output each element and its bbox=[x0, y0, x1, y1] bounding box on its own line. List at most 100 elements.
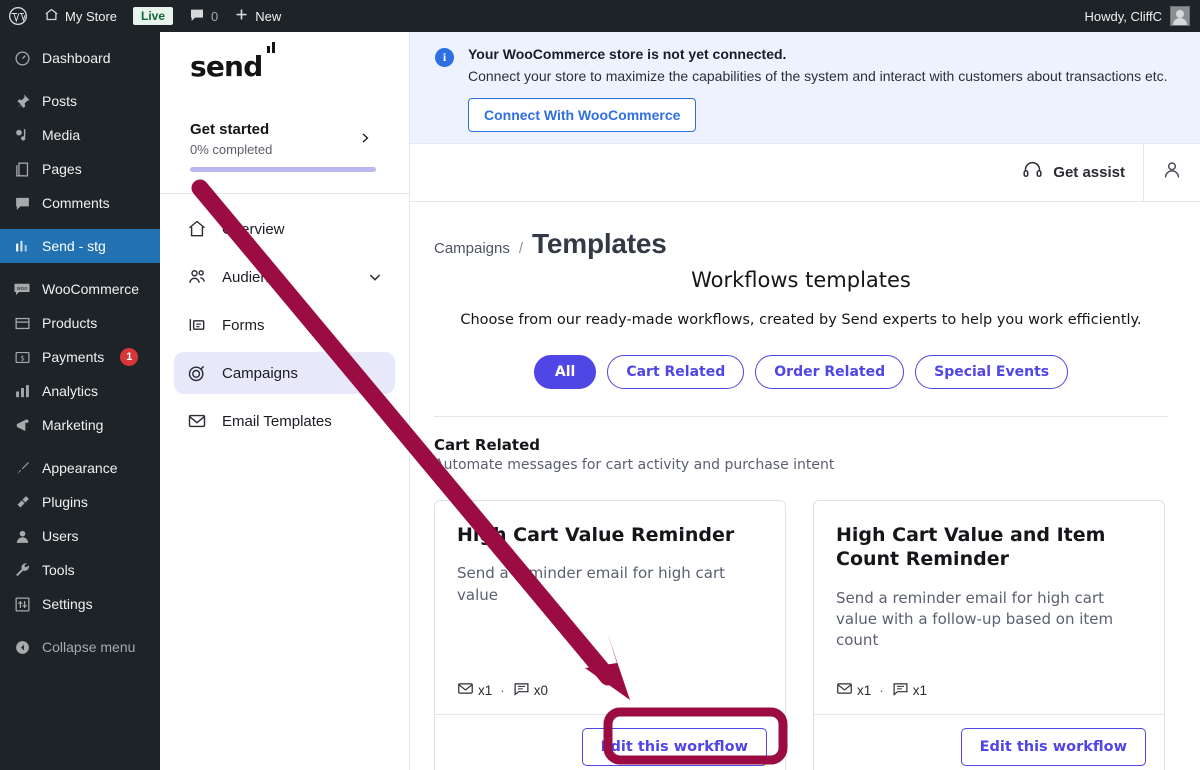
comments-count: 0 bbox=[211, 8, 219, 24]
sidebar-item-plugins[interactable]: Plugins bbox=[0, 485, 160, 519]
comment-icon bbox=[189, 7, 205, 26]
nav-item-label: Overview bbox=[222, 220, 285, 238]
greeting-label: Howdy, CliffC bbox=[1084, 8, 1162, 24]
main-content: i Your WooCommerce store is not yet conn… bbox=[410, 32, 1200, 770]
filter-chip-all[interactable]: All bbox=[533, 355, 597, 389]
home-icon bbox=[44, 7, 59, 25]
site-name-button[interactable]: My Store bbox=[36, 0, 125, 32]
edit-this-workflow-button[interactable]: Edit this workflow bbox=[960, 728, 1146, 766]
sidebar-item-label: Posts bbox=[42, 93, 78, 109]
sidebar-item-users[interactable]: Users bbox=[0, 519, 160, 553]
info-icon: i bbox=[435, 48, 454, 67]
payments-icon: $ bbox=[12, 347, 32, 367]
templates-page: Campaigns / Templates Workflows template… bbox=[410, 202, 1200, 770]
sidebar-item-label: Appearance bbox=[42, 460, 118, 476]
connect-woocommerce-button[interactable]: Connect With WooCommerce bbox=[468, 98, 697, 132]
nav-item-campaigns[interactable]: Campaigns bbox=[174, 352, 395, 394]
page-title: Templates bbox=[532, 228, 667, 259]
nav-item-forms[interactable]: Forms bbox=[174, 304, 395, 346]
sidebar-item-appearance[interactable]: Appearance bbox=[0, 451, 160, 485]
sidebar-item-send-stg[interactable]: Send - stg bbox=[0, 229, 160, 263]
sidebar-item-woocommerce[interactable]: woo WooCommerce bbox=[0, 272, 160, 306]
get-started-panel[interactable]: Get started 0% completed bbox=[160, 83, 409, 172]
message-icon bbox=[513, 680, 530, 700]
card-description: Send a reminder email for high cart valu… bbox=[457, 564, 726, 604]
sidebar-item-payments[interactable]: $ Payments 1 bbox=[0, 340, 160, 374]
sidebar-item-comments[interactable]: Comments bbox=[0, 186, 160, 220]
user-icon bbox=[1161, 159, 1183, 186]
section-subtitle: Automate messages for cart activity and … bbox=[434, 457, 835, 473]
sidebar-item-pages[interactable]: Pages bbox=[0, 152, 160, 186]
chevron-down-icon[interactable] bbox=[367, 269, 383, 285]
svg-text:woo: woo bbox=[17, 286, 28, 292]
notice-title: Your WooCommerce store is not yet connec… bbox=[468, 46, 787, 62]
nav-item-audience[interactable]: Audience bbox=[174, 256, 395, 298]
sidebar-item-media[interactable]: Media bbox=[0, 118, 160, 152]
headset-icon bbox=[1022, 160, 1043, 185]
sidebar-item-label: Send - stg bbox=[42, 238, 106, 254]
sidebar-item-dashboard[interactable]: Dashboard bbox=[0, 41, 160, 75]
sidebar-item-label: Comments bbox=[42, 195, 110, 211]
sidebar-item-label: Plugins bbox=[42, 494, 88, 510]
woocommerce-connect-notice: i Your WooCommerce store is not yet conn… bbox=[410, 32, 1200, 144]
pin-icon bbox=[12, 91, 32, 111]
sidebar-item-products[interactable]: Products bbox=[0, 306, 160, 340]
products-icon bbox=[12, 313, 32, 333]
people-icon bbox=[186, 266, 208, 288]
sidebar-item-collapse-menu[interactable]: Collapse menu bbox=[0, 630, 160, 664]
plus-icon bbox=[234, 7, 249, 25]
analytics-icon bbox=[12, 381, 32, 401]
account-area[interactable]: Howdy, CliffC bbox=[1084, 6, 1200, 26]
get-assist-label: Get assist bbox=[1053, 164, 1125, 181]
filter-chip-cart-related[interactable]: Cart Related bbox=[607, 355, 745, 389]
nav-item-label: Audience bbox=[222, 268, 285, 286]
card-meta: x1 · x0 bbox=[457, 680, 763, 700]
sidebar-item-marketing[interactable]: Marketing bbox=[0, 408, 160, 442]
plug-icon bbox=[12, 492, 32, 512]
breadcrumb-separator: / bbox=[518, 240, 524, 257]
category-filter-group: All Cart Related Order Related Special E… bbox=[434, 355, 1168, 389]
card-title: High Cart Value and Item Count Reminder bbox=[836, 524, 1106, 571]
sidebar-item-posts[interactable]: Posts bbox=[0, 84, 160, 118]
sidebar-item-settings[interactable]: Settings bbox=[0, 587, 160, 621]
sliders-icon bbox=[12, 594, 32, 614]
nav-item-overview[interactable]: Overview bbox=[174, 208, 395, 250]
pages-icon bbox=[12, 159, 32, 179]
get-assist-button[interactable]: Get assist bbox=[1022, 160, 1143, 185]
filter-chip-order-related[interactable]: Order Related bbox=[755, 355, 905, 389]
filter-chip-special-events[interactable]: Special Events bbox=[915, 355, 1069, 389]
template-card[interactable]: High Cart Value Reminder Send a reminder… bbox=[434, 500, 786, 770]
sidebar-item-label: Tools bbox=[42, 562, 75, 578]
notice-body: Connect your store to maximize the capab… bbox=[468, 68, 1168, 84]
nav-item-email-templates[interactable]: Email Templates bbox=[174, 400, 395, 442]
breadcrumb-campaigns-link[interactable]: Campaigns bbox=[434, 240, 510, 257]
send-logo: send bbox=[160, 32, 409, 83]
sidebar-item-label: Collapse menu bbox=[42, 639, 136, 655]
message-count: x0 bbox=[533, 682, 549, 698]
dashboard-icon bbox=[12, 48, 32, 68]
screen-root: My Store Live 0 New Howdy, CliffC Dashbo… bbox=[0, 0, 1200, 770]
live-badge-item[interactable]: Live bbox=[125, 0, 181, 32]
section-title: Cart Related bbox=[434, 436, 540, 454]
payments-badge: 1 bbox=[120, 348, 139, 366]
card-description: Send a reminder email for high cart valu… bbox=[836, 588, 1114, 650]
sidebar-item-analytics[interactable]: Analytics bbox=[0, 374, 160, 408]
template-card[interactable]: High Cart Value and Item Count Reminder … bbox=[813, 500, 1165, 770]
breadcrumb: Campaigns / Templates bbox=[434, 228, 1168, 260]
message-count: x1 bbox=[912, 682, 928, 698]
sidebar-item-tools[interactable]: Tools bbox=[0, 553, 160, 587]
brush-icon bbox=[12, 458, 32, 478]
edit-this-workflow-button[interactable]: Edit this workflow bbox=[581, 728, 767, 766]
comments-button[interactable]: 0 bbox=[181, 0, 226, 32]
new-content-button[interactable]: New bbox=[226, 0, 289, 32]
sidebar-item-label: WooCommerce bbox=[42, 281, 139, 297]
page-description: Choose from our ready-made workflows, cr… bbox=[460, 312, 1142, 328]
new-label: New bbox=[255, 8, 282, 24]
profile-button[interactable] bbox=[1144, 144, 1200, 202]
chevron-right-icon[interactable] bbox=[359, 129, 371, 152]
sidebar-item-label: Products bbox=[42, 315, 98, 331]
envelope-icon bbox=[186, 410, 208, 432]
meta-separator: · bbox=[500, 682, 505, 698]
wp-admin-sidebar: Dashboard Posts Media Pages Comments Sen… bbox=[0, 32, 160, 770]
wp-logo-button[interactable] bbox=[0, 0, 36, 32]
